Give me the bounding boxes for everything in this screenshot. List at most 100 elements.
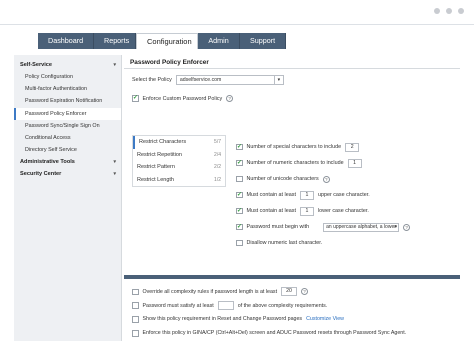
tab-admin[interactable]: Admin xyxy=(198,33,240,49)
rule-disallow-numeric-last: Disallow numeric last character. xyxy=(236,235,458,251)
category-count: 5/7 xyxy=(214,139,221,145)
enforce-policy-checkbox[interactable] xyxy=(132,94,139,102)
rule-lower-case: Must contain at least 1 lower case chara… xyxy=(236,203,458,219)
enforce-gina-row: Enforce this policy in GINA/CP (Ctrl+Alt… xyxy=(132,326,458,340)
rule-label: Disallow numeric last character. xyxy=(246,240,323,246)
sidebar-section-admin-tools[interactable]: Administrative Tools ▾ xyxy=(14,156,121,168)
begin-with-value: an uppercase alphabet, a lower xyxy=(326,223,396,230)
main-panel: Password Policy Enforcer Select the Poli… xyxy=(124,55,460,341)
chevron-down-icon: ▾ xyxy=(113,159,116,166)
rule-unicode-chars: Number of unicode characters ? xyxy=(236,171,458,187)
sidebar-item-password-policy-enforcer[interactable]: Password Policy Enforcer xyxy=(14,107,121,120)
category-label: Restrict Repetition xyxy=(137,151,182,158)
help-icon[interactable]: ? xyxy=(226,95,234,102)
override-length-input[interactable]: 20 xyxy=(281,287,298,297)
rule-label: Number of unicode characters xyxy=(246,176,319,182)
policy-select-row: Select the Policy adselfservice.com ▾ xyxy=(132,75,284,85)
sidebar-section-label: Administrative Tools xyxy=(20,159,75,166)
chevron-down-icon: ▾ xyxy=(113,171,116,178)
rule-checkbox[interactable] xyxy=(236,207,243,215)
show-requirement-label: Show this policy requirement in Reset an… xyxy=(142,316,303,323)
rule-label: Must contain at least xyxy=(246,208,296,214)
chevron-down-icon: ▾ xyxy=(113,62,116,68)
tab-reports[interactable]: Reports xyxy=(94,33,136,49)
customize-view-link[interactable]: Customize View xyxy=(306,316,344,322)
show-requirement-row: Show this policy requirement in Reset an… xyxy=(132,313,458,327)
special-count-input[interactable]: 2 xyxy=(345,142,360,152)
rule-label: Must contain at least xyxy=(246,192,296,198)
numeric-count-input[interactable]: 1 xyxy=(347,158,362,168)
policy-select-label: Select the Policy xyxy=(132,77,172,83)
sidebar-item-policy-configuration[interactable]: Policy Configuration xyxy=(14,71,121,83)
sidebar-section-security-center[interactable]: Security Center ▾ xyxy=(14,168,121,180)
category-count: 1/2 xyxy=(214,176,221,183)
sidebar-item-password-sync[interactable]: Password Sync/Single Sign On xyxy=(14,120,121,132)
category-restrict-length[interactable]: Restrict Length 1/2 xyxy=(133,174,225,187)
window-dot-icon xyxy=(434,8,440,14)
category-restrict-repetition[interactable]: Restrict Repetition 2/4 xyxy=(133,149,225,162)
rule-checkbox[interactable] xyxy=(236,159,243,167)
rule-checkbox[interactable] xyxy=(236,191,243,199)
satisfy-label: Password must satisfy at least xyxy=(142,302,214,309)
page-title: Password Policy Enforcer xyxy=(124,55,460,69)
category-label: Restrict Pattern xyxy=(137,164,175,170)
upper-count-input[interactable]: 1 xyxy=(299,190,314,200)
enforce-policy-label: Enforce Custom Password Policy xyxy=(142,95,223,102)
top-navigation: Dashboard Reports Configuration Admin Su… xyxy=(38,33,286,49)
satisfy-checkbox[interactable] xyxy=(132,302,139,309)
tab-dashboard[interactable]: Dashboard xyxy=(38,33,94,49)
rule-label-suffix: lower case character. xyxy=(317,208,369,214)
lower-count-input[interactable]: 1 xyxy=(299,206,314,216)
enforce-policy-row: Enforce Custom Password Policy ? xyxy=(132,94,234,102)
window-dot-icon xyxy=(446,8,452,14)
rule-checkbox[interactable] xyxy=(236,143,243,151)
enforce-gina-checkbox[interactable] xyxy=(132,330,139,337)
policy-select[interactable]: adselfservice.com ▾ xyxy=(175,75,284,85)
category-list: Restrict Characters 5/7 Restrict Repetit… xyxy=(132,135,226,187)
category-label: Restrict Characters xyxy=(139,139,187,145)
chevron-down-icon: ▾ xyxy=(394,223,398,230)
tab-configuration[interactable]: Configuration xyxy=(136,33,198,49)
rule-numeric-chars: Number of numeric characters to include … xyxy=(236,155,458,171)
rule-label-suffix: upper case character. xyxy=(317,192,370,198)
sidebar-item-password-expiration[interactable]: Password Expiration Notification xyxy=(14,95,121,107)
rule-special-chars: Number of special characters to include … xyxy=(236,139,458,155)
satisfy-row: Password must satisfy at least of the ab… xyxy=(132,299,458,313)
tab-support[interactable]: Support xyxy=(240,33,286,49)
app-frame: Dashboard Reports Configuration Admin Su… xyxy=(0,24,474,344)
show-requirement-checkbox[interactable] xyxy=(132,316,139,323)
help-icon[interactable]: ? xyxy=(322,175,330,183)
window-controls xyxy=(434,8,464,14)
rule-label: Number of numeric characters to include xyxy=(246,160,344,166)
category-restrict-pattern[interactable]: Restrict Pattern 2/2 xyxy=(133,161,225,174)
advanced-options: Override all complexity rules if passwor… xyxy=(132,285,458,340)
rule-checkbox[interactable] xyxy=(236,223,243,231)
category-count: 2/2 xyxy=(214,164,221,170)
rule-label: Number of special characters to include xyxy=(246,144,342,150)
begin-with-select[interactable]: an uppercase alphabet, a lower ▾ xyxy=(323,222,400,232)
rule-begin-with: Password must begin with an uppercase al… xyxy=(236,219,458,235)
category-label: Restrict Length xyxy=(137,176,174,183)
enforce-gina-label: Enforce this policy in GINA/CP (Ctrl+Alt… xyxy=(142,330,407,337)
rule-upper-case: Must contain at least 1 upper case chara… xyxy=(236,187,458,203)
sidebar-item-conditional-access[interactable]: Conditional Access xyxy=(14,132,121,144)
rule-checkbox[interactable] xyxy=(236,175,243,183)
satisfy-count-input[interactable] xyxy=(217,301,234,311)
override-checkbox[interactable] xyxy=(132,288,139,296)
category-count: 2/4 xyxy=(214,151,221,158)
sidebar-section-label: Self-Service xyxy=(20,62,53,68)
help-icon[interactable]: ? xyxy=(301,288,309,296)
sidebar-section-self-service[interactable]: Self-Service ▾ xyxy=(14,59,121,71)
section-divider xyxy=(124,275,460,279)
help-icon[interactable]: ? xyxy=(403,223,411,231)
rule-list: Number of special characters to include … xyxy=(236,139,458,251)
chevron-down-icon: ▾ xyxy=(273,76,283,84)
sidebar-item-mfa[interactable]: Multi-factor Authentication xyxy=(14,83,121,95)
sidebar-item-directory-self-service[interactable]: Directory Self Service xyxy=(14,144,121,156)
category-restrict-characters[interactable]: Restrict Characters 5/7 xyxy=(133,136,225,149)
rule-checkbox[interactable] xyxy=(236,239,243,247)
window-dot-icon xyxy=(458,8,464,14)
satisfy-label-suffix: of the above complexity requirements. xyxy=(237,302,328,309)
sidebar-section-label: Security Center xyxy=(20,171,62,178)
policy-select-value: adselfservice.com xyxy=(179,77,222,83)
